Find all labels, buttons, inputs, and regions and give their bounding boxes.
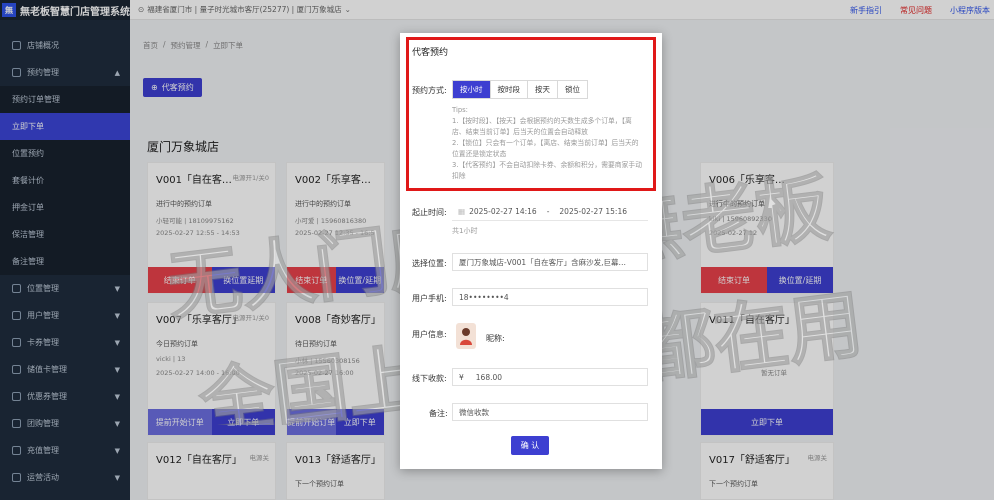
dialog-title: 代客预约: [412, 48, 449, 58]
mode-label: 预约方式:: [412, 86, 447, 95]
amount-label: 线下收款:: [412, 374, 447, 383]
tip-3: 3.【代客预约】不会自动扣除卡券、余额和积分，需要商家手动扣除: [452, 161, 642, 180]
time-range-picker[interactable]: ▦ 2025-02-27 14:16 - 2025-02-27 15:16: [452, 203, 648, 221]
proxy-booking-dialog: 代客预约 预约方式: 按小时 按时段 按天 锁位 Tips: 1.【按时段】、【…: [400, 33, 662, 469]
user-info-label: 用户信息:: [412, 330, 447, 339]
phone-label: 用户手机:: [412, 294, 447, 303]
phone-input[interactable]: 18••••••••4: [452, 288, 648, 306]
time-separator: -: [546, 207, 550, 216]
mode-selector: 按小时 按时段 按天 锁位: [452, 80, 588, 99]
tip-1: 1.【按时段】、【按天】会根据预约的天数生成多个订单，【离店、结束当前订单】后当…: [452, 117, 632, 136]
confirm-button[interactable]: 确 认: [511, 436, 549, 455]
user-avatar: [456, 323, 476, 349]
currency-symbol: ¥: [459, 372, 464, 382]
mode-lock[interactable]: 锁位: [558, 81, 587, 98]
position-label: 选择位置:: [412, 259, 447, 268]
amount-value: 168.00: [475, 372, 503, 382]
avatar-image: [460, 328, 472, 345]
calendar-icon: ▦: [458, 207, 466, 216]
remark-input[interactable]: 微信收款: [452, 403, 648, 421]
mode-timeslot[interactable]: 按时段: [491, 81, 528, 98]
tips-heading: Tips:: [452, 106, 468, 114]
tip-2: 2.【锁位】只会有一个订单，【离店、结束当前订单】后当天的位置还是锁定状态: [452, 139, 639, 158]
end-time: 2025-02-27 15:16: [559, 207, 627, 216]
nickname-label: 昵称:: [486, 334, 505, 343]
start-time: 2025-02-27 14:16: [469, 207, 537, 216]
mode-daily[interactable]: 按天: [528, 81, 558, 98]
amount-input[interactable]: ¥ 168.00: [452, 368, 648, 386]
tips-text: Tips: 1.【按时段】、【按天】会根据预约的天数生成多个订单，【离店、结束当…: [452, 105, 644, 182]
duration-text: 共1小时: [452, 227, 478, 235]
mode-hourly[interactable]: 按小时: [453, 81, 491, 98]
remark-label: 备注:: [429, 409, 448, 418]
time-label: 起止时间:: [412, 208, 447, 217]
position-select[interactable]: 厦门万象城店-V001「自在客厅」含麻沙发,巨幕…: [452, 253, 648, 271]
